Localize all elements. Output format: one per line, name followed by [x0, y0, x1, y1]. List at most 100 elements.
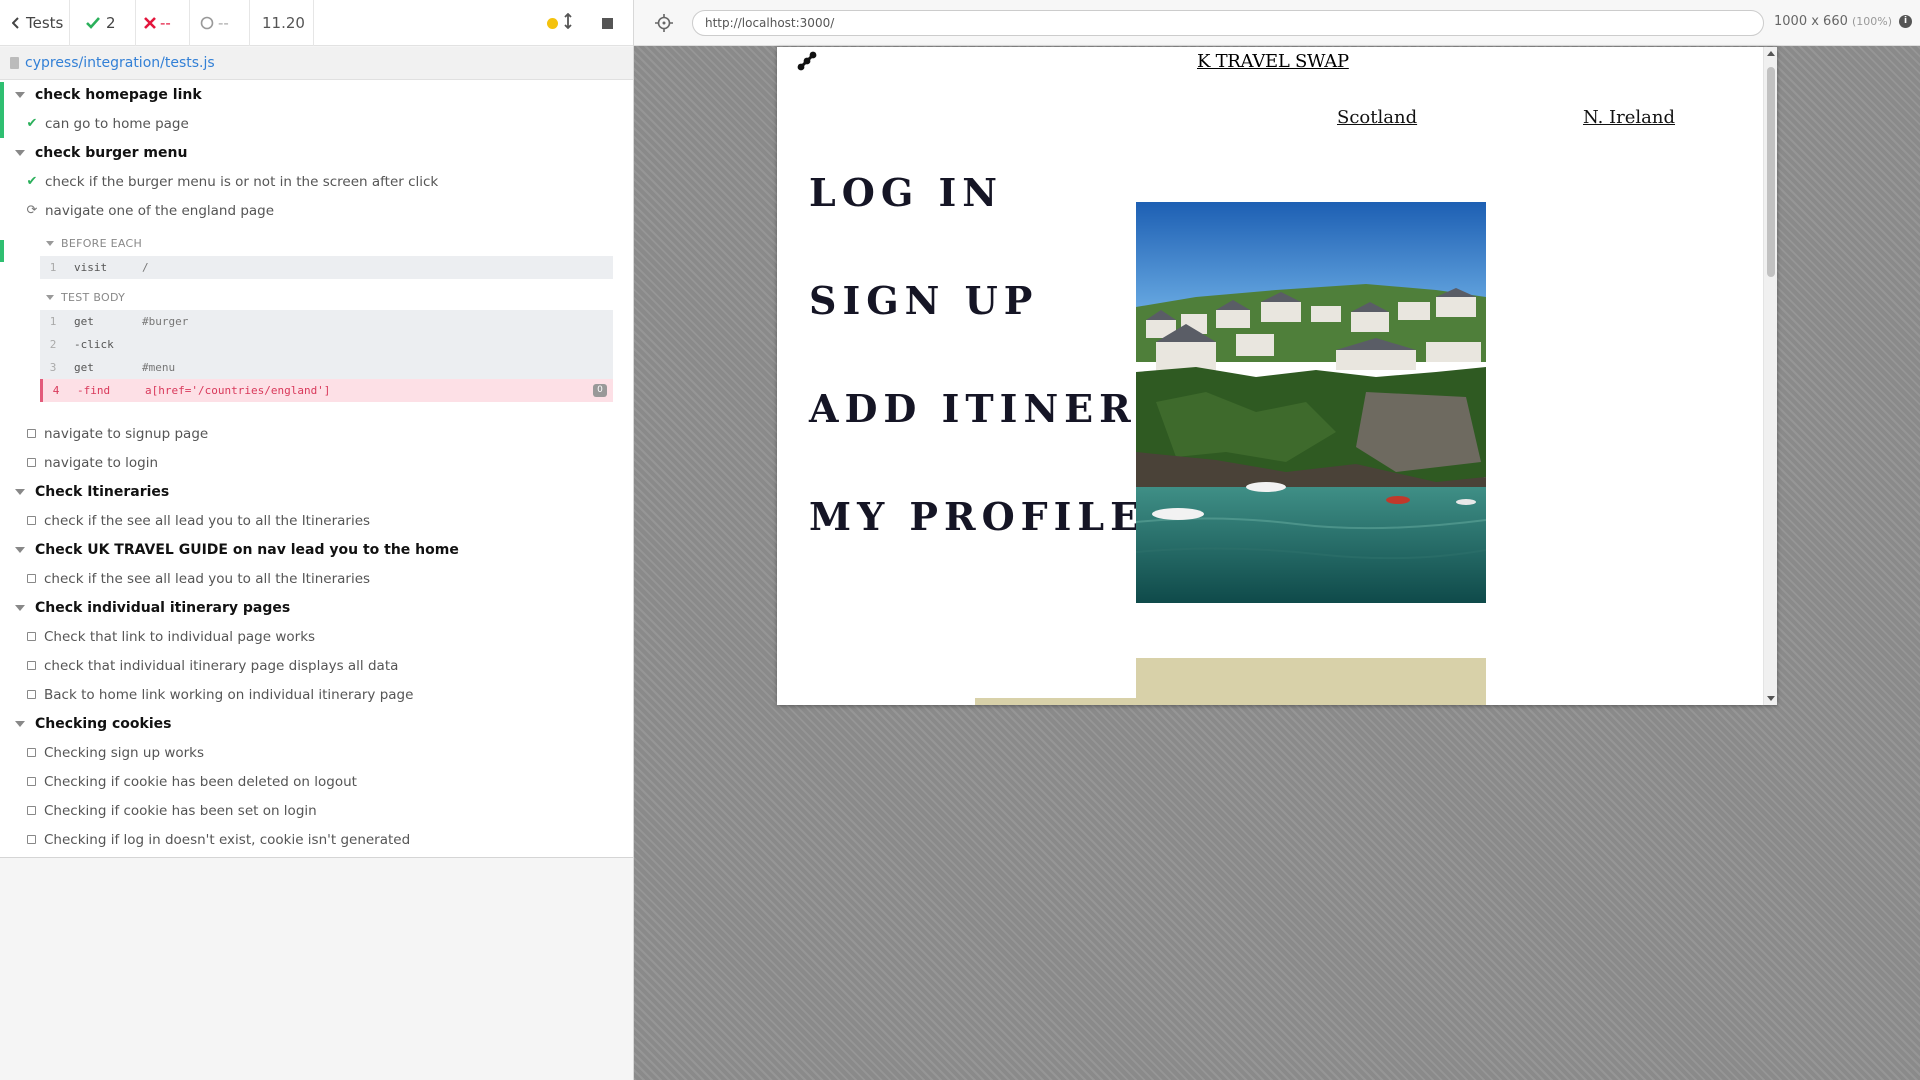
- scroll-up-icon[interactable]: [1767, 51, 1775, 56]
- test-item-running[interactable]: ⟳ navigate one of the england page: [0, 196, 275, 225]
- test-item[interactable]: Checking if cookie has been deleted on l…: [0, 767, 357, 796]
- command-number: 2: [49, 338, 57, 351]
- test-item[interactable]: ✔ can go to home page: [0, 109, 189, 138]
- caret-down-icon: [15, 720, 25, 727]
- burger-menu-icon[interactable]: [795, 49, 819, 71]
- command-name: get: [74, 361, 94, 374]
- pending-square-icon: [27, 458, 36, 467]
- viewport-dimensions: 1000 x 660: [1774, 14, 1848, 29]
- caret-down-icon: [46, 294, 54, 300]
- failed-count[interactable]: --: [136, 0, 190, 46]
- command-number: 3: [49, 361, 57, 374]
- refresh-icon: ⟳: [26, 203, 38, 218]
- arrows-vertical-icon: [564, 12, 572, 30]
- test-label: can go to home page: [45, 115, 189, 132]
- command-arg: /: [142, 261, 149, 274]
- suite-title[interactable]: Check UK TRAVEL GUIDE on nav lead you to…: [0, 535, 459, 564]
- test-label: check that individual itinerary page dis…: [44, 657, 399, 674]
- command-number: 1: [49, 261, 57, 274]
- test-item[interactable]: check that individual itinerary page dis…: [0, 651, 398, 680]
- test-item[interactable]: ✔ check if the burger menu is or not in t…: [0, 167, 439, 196]
- suite-title[interactable]: Checking cookies: [0, 709, 171, 738]
- test-item[interactable]: Checking if log in doesn't exist, cookie…: [0, 825, 410, 854]
- spec-file-bar: cypress/integration/tests.js: [0, 47, 633, 80]
- command-arg: #burger: [142, 315, 189, 328]
- test-label: Checking if cookie has been set on login: [44, 802, 317, 819]
- duration: 11.20: [250, 0, 314, 46]
- pending-square-icon: [27, 429, 36, 438]
- scrollbar-thumb[interactable]: [1767, 67, 1775, 277]
- test-item[interactable]: Back to home link working on individual …: [0, 680, 413, 709]
- hook-before-each[interactable]: BEFORE EACH: [46, 234, 142, 252]
- suite-title[interactable]: Check individual itinerary pages: [0, 593, 290, 622]
- menu-my-profile[interactable]: MY PROFILE: [809, 494, 1145, 539]
- app-iframe: K TRAVEL SWAP Scotland N. Ireland LOG IN…: [777, 47, 1777, 705]
- pending-square-icon: [27, 835, 36, 844]
- suite-label: Check UK TRAVEL GUIDE on nav lead you to…: [35, 541, 459, 558]
- caret-down-icon: [15, 149, 25, 156]
- pass-indicator-bar: [0, 240, 4, 262]
- hook-test-body[interactable]: TEST BODY: [46, 288, 125, 306]
- file-icon: [10, 57, 19, 69]
- test-item[interactable]: navigate to signup page: [0, 419, 208, 448]
- url-input[interactable]: http://localhost:3000/: [692, 10, 1764, 36]
- info-icon[interactable]: i: [1899, 15, 1912, 28]
- pending-square-icon: [27, 690, 36, 699]
- test-label: Checking if log in doesn't exist, cookie…: [44, 831, 411, 848]
- passed-count[interactable]: 2: [70, 0, 136, 46]
- site-title-link[interactable]: K TRAVEL SWAP: [1197, 51, 1349, 72]
- selector-playground-icon[interactable]: [654, 13, 674, 33]
- test-label: Checking sign up works: [44, 744, 205, 761]
- region-link-n-ireland[interactable]: N. Ireland: [1583, 107, 1675, 128]
- hook-label: TEST BODY: [61, 290, 126, 304]
- check-icon: ✔: [26, 116, 38, 131]
- test-item[interactable]: Checking sign up works: [0, 738, 204, 767]
- pending-square-icon: [27, 777, 36, 786]
- url-bar: http://localhost:3000/ 1000 x 660 (100%)…: [634, 0, 1920, 46]
- passed-number: 2: [106, 13, 116, 32]
- auto-scroll-toggle[interactable]: [564, 12, 572, 33]
- command-name: visit: [74, 261, 108, 274]
- pending-number: --: [218, 13, 229, 32]
- pending-square-icon: [27, 516, 36, 525]
- menu-log-in[interactable]: LOG IN: [809, 170, 1003, 215]
- app-scrollbar[interactable]: [1763, 47, 1777, 705]
- test-item[interactable]: Check that link to individual page works: [0, 622, 315, 651]
- command-row[interactable]: 2 -click: [40, 333, 613, 356]
- command-name: get: [74, 315, 94, 328]
- command-arg: #menu: [142, 361, 176, 374]
- command-row[interactable]: 3 get #menu: [40, 356, 613, 379]
- test-item[interactable]: check if the see all lead you to all the…: [0, 506, 370, 535]
- viewport-size: 1000 x 660 (100%): [1774, 14, 1892, 29]
- caret-down-icon: [46, 240, 54, 246]
- command-arg: a[href='/countries/england']: [145, 384, 331, 397]
- suite-title[interactable]: check homepage link: [0, 80, 202, 109]
- runner-panel: http://localhost:3000/ 1000 x 660 (100%)…: [634, 0, 1920, 1080]
- caret-down-icon: [15, 488, 25, 495]
- test-item[interactable]: Checking if cookie has been set on login: [0, 796, 317, 825]
- stop-button[interactable]: [602, 17, 613, 29]
- test-item[interactable]: navigate to login: [0, 448, 158, 477]
- test-item[interactable]: check if the see all lead you to all the…: [0, 564, 370, 593]
- command-number: 1: [49, 315, 57, 328]
- pending-square-icon: [27, 661, 36, 670]
- scroll-down-icon[interactable]: [1767, 696, 1775, 701]
- decorative-strip: [975, 698, 1137, 705]
- suite-title[interactable]: Check Itineraries: [0, 477, 169, 506]
- viewport-zoom: (100%): [1852, 15, 1893, 28]
- menu-sign-up[interactable]: SIGN UP: [809, 278, 1038, 323]
- caret-down-icon: [15, 91, 25, 98]
- suite-title[interactable]: check burger menu: [0, 138, 187, 167]
- pending-count[interactable]: --: [190, 0, 250, 46]
- command-row[interactable]: 1 visit /: [40, 256, 613, 279]
- command-row-failed[interactable]: 4 -find a[href='/countries/england'] 0: [40, 379, 613, 402]
- back-to-tests-button[interactable]: Tests: [0, 0, 70, 46]
- spec-path-link[interactable]: cypress/integration/tests.js: [25, 55, 215, 71]
- region-link-scotland[interactable]: Scotland: [1337, 107, 1417, 128]
- suite-label: check homepage link: [35, 86, 202, 103]
- command-row[interactable]: 1 get #burger: [40, 310, 613, 333]
- pending-square-icon: [27, 806, 36, 815]
- check-icon: ✔: [26, 174, 38, 189]
- tests-label: Tests: [26, 13, 64, 32]
- circle-notch-icon: [200, 16, 214, 29]
